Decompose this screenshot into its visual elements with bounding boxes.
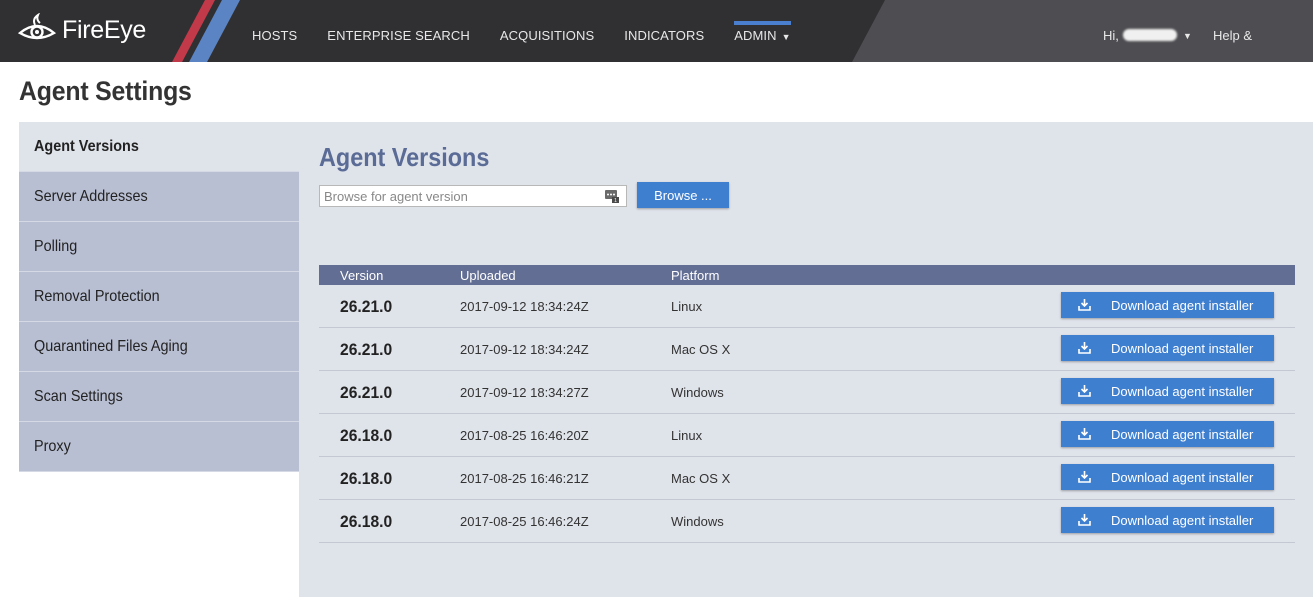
sidebar-item-polling[interactable]: Polling bbox=[19, 222, 299, 272]
version-cell: 26.21.0 bbox=[340, 383, 393, 402]
download-icon bbox=[1078, 385, 1091, 397]
download-icon bbox=[1078, 428, 1091, 440]
table-header: Version Uploaded Platform bbox=[319, 265, 1295, 285]
section-title: Agent Versions bbox=[319, 142, 490, 172]
sidebar-item-quarantined-files-aging[interactable]: Quarantined Files Aging bbox=[19, 322, 299, 372]
table-row: 26.18.0 2017-08-25 16:46:24Z Windows Dow… bbox=[319, 500, 1295, 543]
settings-sidebar: Agent Versions Server Addresses Polling … bbox=[19, 122, 299, 472]
download-icon bbox=[1078, 514, 1091, 526]
uploaded-cell: 2017-09-12 18:34:24Z bbox=[460, 299, 589, 314]
uploaded-cell: 2017-08-25 16:46:21Z bbox=[460, 471, 589, 486]
nav-admin[interactable]: ADMIN ▼ bbox=[719, 0, 805, 62]
column-header-uploaded[interactable]: Uploaded bbox=[460, 268, 516, 283]
agent-versions-table: Version Uploaded Platform 26.21.0 2017-0… bbox=[319, 265, 1295, 543]
nav-indicators-label: INDICATORS bbox=[624, 28, 705, 43]
download-agent-installer-button[interactable]: Download agent installer bbox=[1061, 507, 1274, 533]
version-cell: 26.21.0 bbox=[340, 340, 393, 359]
nav-admin-label: ADMIN bbox=[734, 28, 777, 43]
sidebar-item-label: Polling bbox=[34, 238, 78, 255]
download-icon bbox=[1078, 299, 1091, 311]
platform-cell: Linux bbox=[671, 299, 703, 314]
table-row: 26.21.0 2017-09-12 18:34:24Z Linux Downl… bbox=[319, 285, 1295, 328]
help-support-menu[interactable]: Help & Support▼ bbox=[1213, 0, 1313, 62]
sidebar-item-label: Proxy bbox=[34, 438, 71, 455]
download-agent-installer-button[interactable]: Download agent installer bbox=[1061, 421, 1274, 447]
download-button-label: Download agent installer bbox=[1111, 469, 1254, 485]
download-icon bbox=[1078, 342, 1091, 354]
platform-cell: Mac OS X bbox=[671, 342, 731, 357]
download-button-label: Download agent installer bbox=[1111, 297, 1254, 313]
user-greeting-label: Hi, bbox=[1103, 28, 1119, 43]
sidebar-item-label: Agent Versions bbox=[34, 138, 139, 155]
platform-cell: Linux bbox=[671, 428, 703, 443]
top-navigation-bar: FireEye HOSTS ENTERPRISE SEARCH ACQUISIT… bbox=[0, 0, 1313, 62]
page-title: Agent Settings bbox=[19, 76, 192, 106]
svg-text:1: 1 bbox=[614, 198, 617, 204]
nav-acquisitions-label: ACQUISITIONS bbox=[499, 28, 595, 43]
fireeye-eye-icon bbox=[18, 13, 56, 40]
table-row: 26.21.0 2017-09-12 18:34:24Z Mac OS X Do… bbox=[319, 328, 1295, 371]
sidebar-item-server-addresses[interactable]: Server Addresses bbox=[19, 172, 299, 222]
nav-hosts-label: HOSTS bbox=[252, 28, 298, 43]
download-icon bbox=[1078, 471, 1091, 483]
uploaded-cell: 2017-09-12 18:34:24Z bbox=[460, 342, 589, 357]
table-row: 26.18.0 2017-08-25 16:46:21Z Mac OS X Do… bbox=[319, 457, 1295, 500]
file-picker-icon[interactable]: 1 bbox=[604, 188, 620, 204]
sidebar-item-label: Removal Protection bbox=[34, 288, 160, 305]
column-header-platform[interactable]: Platform bbox=[671, 268, 719, 283]
sidebar-item-label: Quarantined Files Aging bbox=[34, 338, 188, 355]
help-support-label: Help & Support bbox=[1213, 28, 1253, 43]
uploaded-cell: 2017-08-25 16:46:20Z bbox=[460, 428, 589, 443]
uploaded-cell: 2017-08-25 16:46:24Z bbox=[460, 514, 589, 529]
user-greeting[interactable]: Hi, bbox=[1103, 0, 1177, 62]
uploaded-cell: 2017-09-12 18:34:27Z bbox=[460, 385, 589, 400]
platform-cell: Windows bbox=[671, 514, 724, 529]
agent-version-file-input[interactable] bbox=[319, 185, 627, 207]
column-header-version[interactable]: Version bbox=[340, 268, 383, 283]
version-cell: 26.18.0 bbox=[340, 512, 393, 531]
caret-down-icon: ▼ bbox=[781, 32, 791, 42]
main-nav: HOSTS ENTERPRISE SEARCH ACQUISITIONS IND… bbox=[237, 0, 806, 62]
nav-enterprise-search[interactable]: ENTERPRISE SEARCH bbox=[312, 0, 485, 62]
download-button-label: Download agent installer bbox=[1111, 426, 1254, 442]
redacted-username bbox=[1122, 28, 1177, 41]
table-row: 26.18.0 2017-08-25 16:46:20Z Linux Downl… bbox=[319, 414, 1295, 457]
nav-enterprise-search-label: ENTERPRISE SEARCH bbox=[327, 28, 470, 43]
platform-cell: Windows bbox=[671, 385, 724, 400]
sidebar-item-scan-settings[interactable]: Scan Settings bbox=[19, 372, 299, 422]
nav-acquisitions[interactable]: ACQUISITIONS bbox=[485, 0, 609, 62]
download-agent-installer-button[interactable]: Download agent installer bbox=[1061, 464, 1274, 490]
version-cell: 26.18.0 bbox=[340, 469, 393, 488]
download-button-label: Download agent installer bbox=[1111, 383, 1254, 399]
download-agent-installer-button[interactable]: Download agent installer bbox=[1061, 335, 1274, 361]
nav-hosts[interactable]: HOSTS bbox=[237, 0, 312, 62]
version-cell: 26.21.0 bbox=[340, 297, 393, 316]
sidebar-item-removal-protection[interactable]: Removal Protection bbox=[19, 272, 299, 322]
nav-indicators[interactable]: INDICATORS bbox=[609, 0, 719, 62]
platform-cell: Mac OS X bbox=[671, 471, 731, 486]
browse-button[interactable]: Browse ... bbox=[637, 182, 729, 208]
download-agent-installer-button[interactable]: Download agent installer bbox=[1061, 378, 1274, 404]
sidebar-item-label: Scan Settings bbox=[34, 388, 123, 405]
sidebar-item-label: Server Addresses bbox=[34, 188, 148, 205]
download-button-label: Download agent installer bbox=[1111, 340, 1254, 356]
table-row: 26.21.0 2017-09-12 18:34:27Z Windows Dow… bbox=[319, 371, 1295, 414]
download-button-label: Download agent installer bbox=[1111, 512, 1254, 528]
caret-down-icon[interactable]: ▼ bbox=[1183, 0, 1192, 62]
sidebar-item-agent-versions[interactable]: Agent Versions bbox=[19, 122, 299, 172]
download-agent-installer-button[interactable]: Download agent installer bbox=[1061, 292, 1274, 318]
fireeye-logo[interactable]: FireEye bbox=[18, 10, 146, 50]
sidebar-item-proxy[interactable]: Proxy bbox=[19, 422, 299, 472]
version-cell: 26.18.0 bbox=[340, 426, 393, 445]
main-panel: Agent Versions 1 Browse ... Version Uplo… bbox=[299, 122, 1313, 597]
logo-text: FireEye bbox=[62, 15, 147, 44]
